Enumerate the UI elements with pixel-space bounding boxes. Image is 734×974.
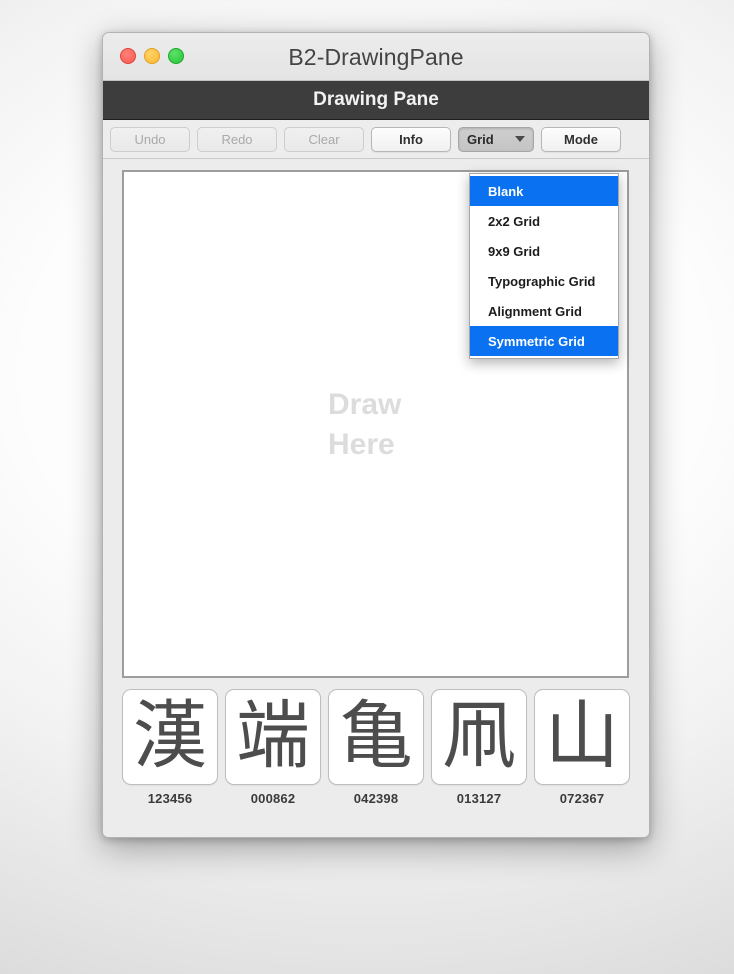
list-item[interactable]: 端 000862 [225, 689, 321, 806]
canvas-placeholder-text: Draw Here [328, 388, 402, 461]
menu-item-alignment-grid[interactable]: Alignment Grid [470, 296, 618, 326]
window-title: B2-DrawingPane [288, 44, 464, 70]
info-button[interactable]: Info [371, 126, 451, 152]
thumbnail-code: 123456 [147, 791, 193, 806]
menu-item-9x9-grid[interactable]: 9x9 Grid [470, 236, 618, 266]
app-header-title: Drawing Pane [103, 81, 649, 120]
thumbnail-glyph: 亀 [339, 693, 413, 779]
chevron-down-icon [515, 136, 525, 142]
undo-button-label: Undo [134, 131, 166, 147]
menu-item-label: 2x2 Grid [488, 213, 541, 229]
undo-button[interactable]: Undo [110, 126, 190, 152]
thumbnail-box[interactable]: 亀 [328, 689, 424, 785]
mode-button[interactable]: Mode [541, 126, 621, 152]
menu-item-label: Blank [488, 183, 524, 199]
thumbnail-glyph: 凧 [442, 693, 516, 779]
mode-button-label: Mode [564, 131, 598, 147]
list-item[interactable]: 漢 123456 [122, 689, 218, 806]
toolbar: Undo Redo Clear Info Grid Mode [103, 120, 649, 159]
thumbnail-code: 000862 [250, 791, 296, 806]
menu-item-label: Alignment Grid [488, 303, 582, 319]
thumbnail-glyph: 山 [545, 693, 619, 779]
thumbnail-box[interactable]: 漢 [122, 689, 218, 785]
thumbnail-box[interactable]: 端 [225, 689, 321, 785]
thumbnail-glyph: 端 [236, 693, 310, 779]
menu-item-2x2-grid[interactable]: 2x2 Grid [470, 206, 618, 236]
thumbnail-code: 072367 [559, 791, 605, 806]
thumbnail-box[interactable]: 凧 [431, 689, 527, 785]
thumbnail-code: 013127 [456, 791, 502, 806]
redo-button-label: Redo [221, 131, 253, 147]
thumbnail-glyph: 漢 [133, 693, 207, 779]
thumbnail-box[interactable]: 山 [534, 689, 630, 785]
redo-button[interactable]: Redo [197, 126, 277, 152]
menu-item-label: 9x9 Grid [488, 243, 541, 259]
list-item[interactable]: 亀 042398 [328, 689, 424, 806]
menu-item-label: Typographic Grid [488, 273, 596, 289]
grid-dropdown-button[interactable]: Grid [458, 126, 534, 152]
menu-item-symmetric-grid[interactable]: Symmetric Grid [470, 326, 618, 356]
list-item[interactable]: 凧 013127 [431, 689, 527, 806]
window-titlebar[interactable]: B2-DrawingPane [103, 33, 649, 81]
info-button-label: Info [399, 131, 423, 147]
thumbnail-code: 042398 [353, 791, 399, 806]
clear-button-label: Clear [308, 131, 340, 147]
grid-dropdown-menu: Blank 2x2 Grid 9x9 Grid Typographic Grid… [469, 173, 619, 359]
menu-item-typographic-grid[interactable]: Typographic Grid [470, 266, 618, 296]
list-item[interactable]: 山 072367 [534, 689, 630, 806]
grid-dropdown-label: Grid [467, 131, 494, 147]
menu-item-label: Symmetric Grid [488, 333, 585, 349]
clear-button[interactable]: Clear [284, 126, 364, 152]
drawing-pane-window: B2-DrawingPane Drawing Pane Undo Redo Cl… [102, 32, 650, 838]
thumbnail-strip: 漢 123456 端 000862 亀 042398 凧 013127 山 07… [122, 689, 630, 806]
menu-item-blank[interactable]: Blank [470, 176, 618, 206]
